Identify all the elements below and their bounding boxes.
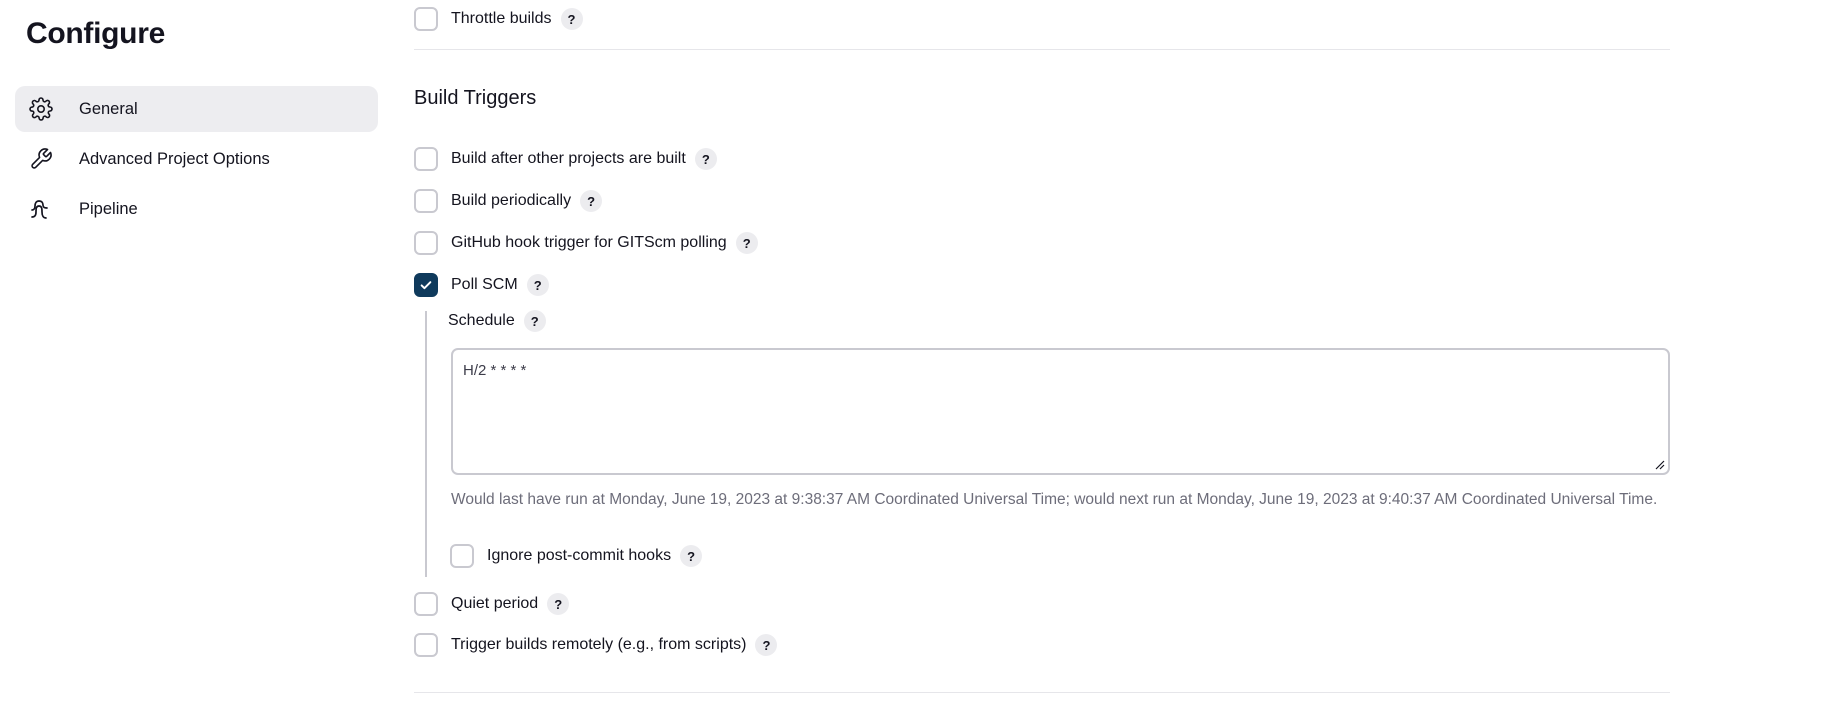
resize-handle-icon[interactable] (1655, 460, 1665, 470)
quiet-period-checkbox[interactable] (414, 592, 438, 616)
section-divider (414, 49, 1670, 50)
schedule-label: Schedule (448, 312, 515, 329)
schedule-value: H/2 * * * * (463, 362, 527, 379)
option-label: Quiet period (451, 595, 539, 612)
wrench-icon (28, 146, 54, 172)
schedule-label-row: Schedule ? (448, 308, 546, 334)
schedule-textarea[interactable]: H/2 * * * * (451, 348, 1670, 475)
help-icon[interactable]: ? (755, 634, 778, 656)
gear-icon (28, 96, 54, 122)
sidebar-item-label: General (79, 99, 138, 118)
help-icon[interactable]: ? (523, 310, 546, 332)
option-label: Poll SCM (451, 276, 518, 293)
help-icon[interactable]: ? (735, 232, 758, 254)
help-icon[interactable]: ? (580, 190, 603, 212)
throttle-builds-option: Throttle builds ? (414, 6, 583, 32)
help-icon[interactable]: ? (526, 274, 549, 296)
sidebar-item-label: Pipeline (79, 199, 138, 218)
build-periodically-checkbox[interactable] (414, 189, 438, 213)
trigger-builds-remotely-checkbox[interactable] (414, 633, 438, 657)
ignore-post-commit-hooks-checkbox[interactable] (450, 544, 474, 568)
main-content: Throttle builds ? Build Triggers Build a… (414, 0, 1670, 727)
quiet-period-option: Quiet period ? (414, 591, 570, 617)
option-label: Build periodically (451, 192, 572, 209)
option-label: Ignore post-commit hooks (487, 547, 672, 564)
option-label: Throttle builds (451, 10, 552, 27)
sidebar-item-pipeline[interactable]: Pipeline (15, 186, 378, 232)
trigger-builds-remotely-option: Trigger builds remotely (e.g., from scri… (414, 632, 778, 658)
build-after-other-projects-option: Build after other projects are built ? (414, 146, 717, 172)
option-label: Trigger builds remotely (e.g., from scri… (451, 636, 747, 653)
sidebar-item-label: Advanced Project Options (79, 149, 270, 168)
poll-scm-option: Poll SCM ? (414, 272, 549, 298)
build-triggers-title: Build Triggers (414, 87, 537, 109)
section-divider (414, 692, 1670, 693)
poll-scm-checkbox[interactable] (414, 273, 438, 297)
build-periodically-option: Build periodically ? (414, 188, 603, 214)
help-icon[interactable]: ? (694, 148, 717, 170)
nested-options-bar (425, 311, 427, 577)
ignore-post-commit-hooks-option: Ignore post-commit hooks ? (450, 543, 703, 569)
build-after-other-projects-checkbox[interactable] (414, 147, 438, 171)
page-title: Configure (26, 17, 165, 50)
github-hook-trigger-checkbox[interactable] (414, 231, 438, 255)
schedule-hint: Would last have run at Monday, June 19, … (451, 491, 1658, 508)
sidebar-item-advanced-project-options[interactable]: Advanced Project Options (15, 136, 378, 182)
check-icon (420, 281, 432, 290)
help-icon[interactable]: ? (560, 8, 583, 30)
github-hook-trigger-option: GitHub hook trigger for GITScm polling ? (414, 230, 758, 256)
option-label: Build after other projects are built (451, 150, 686, 167)
sidebar-item-general[interactable]: General (15, 86, 378, 132)
help-icon[interactable]: ? (547, 593, 570, 615)
help-icon[interactable]: ? (680, 545, 703, 567)
throttle-builds-checkbox[interactable] (414, 7, 438, 31)
option-label: GitHub hook trigger for GITScm polling (451, 234, 727, 251)
configure-page: Configure General Advanced Project Optio… (0, 0, 1826, 727)
pipeline-icon (28, 196, 54, 222)
